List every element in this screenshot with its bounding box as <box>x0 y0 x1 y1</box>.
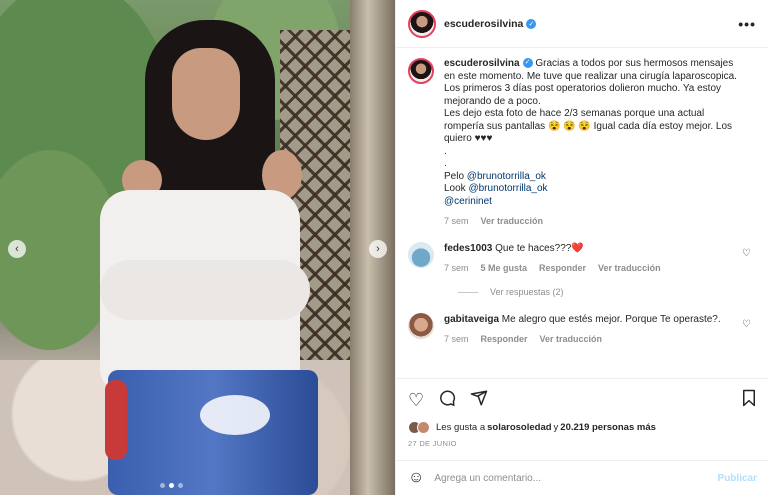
likes-count[interactable]: 20.219 personas más <box>560 422 656 433</box>
commenter-avatar[interactable] <box>408 242 434 268</box>
person-jeans <box>108 370 318 495</box>
person-arm <box>100 260 310 320</box>
smiley-icon[interactable]: ☺ <box>408 469 424 487</box>
view-replies[interactable]: Ver respuestas (2) <box>458 287 757 297</box>
credit-label: Pelo <box>444 170 467 182</box>
caption-text: escuderosilvina ✓ Gracias a todos por sus… <box>444 58 744 208</box>
bookmark-icon[interactable] <box>741 389 757 412</box>
comment-time: 7 sem <box>444 263 469 273</box>
mention-link[interactable]: @cerininet <box>444 196 492 207</box>
caption-username[interactable]: escuderosilvina <box>444 58 520 69</box>
liker-avatars <box>408 421 430 434</box>
likes-middle: y <box>553 422 559 433</box>
add-comment-bar: ☺ Publicar <box>396 460 768 495</box>
caption-avatar[interactable] <box>408 58 434 84</box>
jeans-graffiti <box>200 395 270 435</box>
like-comment-heart-icon[interactable]: ♡ <box>742 248 751 259</box>
author-avatar[interactable] <box>408 9 436 38</box>
caption: escuderosilvina ✓ Gracias a todos por sus… <box>408 58 757 226</box>
mention-link[interactable]: @brunotorrilla_ok <box>468 183 547 194</box>
reply-button[interactable]: Responder <box>539 263 586 273</box>
translate-link[interactable]: Ver traducción <box>481 216 544 226</box>
carousel-dot <box>160 483 165 488</box>
caption-dot: . <box>444 145 447 157</box>
comment-text: Que te haces???❤️ <box>492 243 584 254</box>
comment-text: Me alegro que estés mejor. Porque Te ope… <box>499 314 721 325</box>
post-photo[interactable]: ‹ › <box>0 0 395 495</box>
heart-icon[interactable]: ♡ <box>408 390 424 411</box>
previous-photo-button[interactable]: ‹ <box>8 240 26 258</box>
like-comment-heart-icon[interactable]: ♡ <box>742 319 751 330</box>
caption-body-2: Les dejo esta foto de hace 2/3 semanas p… <box>444 108 733 144</box>
mention-link[interactable]: @brunotorrilla_ok <box>467 171 546 182</box>
liker-avatar[interactable] <box>417 421 430 434</box>
caption-dot: . <box>444 158 447 169</box>
translate-link[interactable]: Ver traducción <box>540 334 603 344</box>
liker-username[interactable]: solarosoledad <box>487 422 551 433</box>
caption-time: 7 sem <box>444 216 469 226</box>
comments-section[interactable]: escuderosilvina ✓ Gracias a todos por sus… <box>396 48 768 378</box>
comment-meta: 7 sem Responder Ver traducción <box>444 334 734 344</box>
commenter-username[interactable]: gabitaveiga <box>444 314 499 325</box>
likes-prefix: Les gusta a <box>436 422 486 433</box>
comment-meta: 7 sem 5 Me gusta Responder Ver traducció… <box>444 263 734 273</box>
next-photo-button[interactable]: › <box>369 240 387 258</box>
comment-item: gabitaveiga Me alegro que estés mejor. P… <box>408 313 757 344</box>
credit-label: Look <box>444 183 469 194</box>
verified-badge-icon: ✓ <box>526 18 537 29</box>
carousel-dot <box>178 483 183 488</box>
post-date[interactable]: 27 DE JUNIO <box>408 439 757 448</box>
commenter-username[interactable]: fedes1003 <box>444 243 492 254</box>
caption-meta: 7 sem Ver traducción <box>444 216 744 226</box>
comment-time: 7 sem <box>444 334 469 344</box>
jeans-graffiti <box>105 380 127 460</box>
chevron-left-icon: ‹ <box>15 243 19 255</box>
likes-summary: Les gusta a solarosoledad y 20.219 perso… <box>408 421 757 434</box>
action-icons: ♡ <box>408 387 757 413</box>
author-username[interactable]: escuderosilvina <box>444 18 523 30</box>
view-replies-label[interactable]: Ver respuestas (2) <box>490 287 564 297</box>
commenter-avatar[interactable] <box>408 313 434 339</box>
comment-item: fedes1003 Que te haces???❤️ 7 sem 5 Me g… <box>408 242 757 273</box>
more-options-icon[interactable]: ••• <box>738 16 756 32</box>
carousel-dot-active <box>169 483 174 488</box>
post-actions: ♡ Les gusta a solarosoledad y 20.219 per… <box>396 378 768 448</box>
translate-link[interactable]: Ver traducción <box>598 263 661 273</box>
publish-button[interactable]: Publicar <box>718 473 757 484</box>
post-header: escuderosilvina ✓ ••• <box>396 0 768 48</box>
verified-badge-icon: ✓ <box>522 58 533 69</box>
comment-icon[interactable] <box>438 389 456 412</box>
chevron-right-icon: › <box>376 243 380 255</box>
reply-button[interactable]: Responder <box>481 334 528 344</box>
person-face <box>172 48 240 140</box>
paper-plane-icon[interactable] <box>470 389 488 412</box>
divider <box>458 291 478 293</box>
comment-input[interactable] <box>434 472 718 484</box>
comment-likes[interactable]: 5 Me gusta <box>481 263 528 273</box>
post-sidebar: escuderosilvina ✓ ••• escuderosilvina ✓ G… <box>395 0 768 495</box>
carousel-indicator <box>160 483 183 488</box>
